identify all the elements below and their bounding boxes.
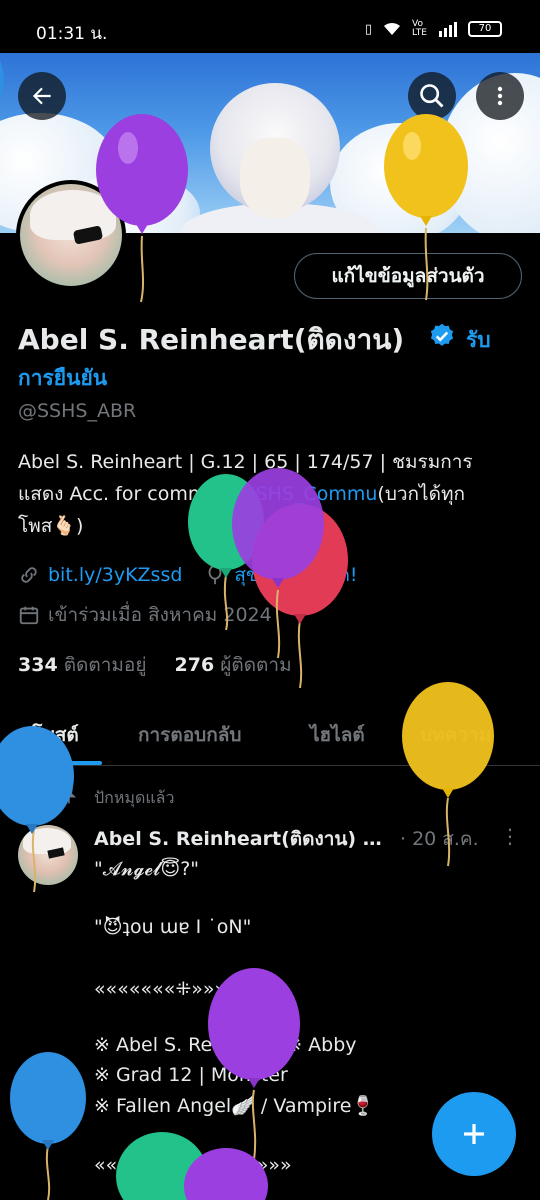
profile-meta-row: bit.ly/3yKZssd สุขสันต์วันเกิด! (18, 560, 358, 590)
verified-badge-icon[interactable] (428, 322, 456, 350)
pinned-label: ปักหมุดแล้ว (94, 788, 175, 807)
get-verified-link-cont[interactable]: การยืนยัน (18, 362, 107, 395)
following-label: ติดตามอยู่ (63, 654, 147, 676)
active-tab-indicator (18, 761, 102, 765)
plus-icon (464, 1124, 484, 1144)
profile-tabs: โพสต์ การตอบกลับ ไฮไลต์ บทความ (0, 706, 540, 766)
more-options-button[interactable] (476, 72, 524, 120)
post-text-line: ※ Fallen Angel🪽 / Vampire🍷 (94, 1095, 376, 1117)
post-text-line: ※ Grad 12 | Monster (94, 1064, 288, 1086)
tab-replies[interactable]: การตอบกลับ (138, 720, 241, 750)
bio-mention-link[interactable]: @SSHS_Commu (224, 483, 377, 505)
back-button[interactable] (18, 72, 66, 120)
post-date[interactable]: · 20 ส.ค. (400, 824, 479, 854)
wifi-icon (384, 22, 400, 35)
status-bar: 01:31 น. ▯ Vo LTE 70 (0, 0, 540, 56)
bio-line: แสดง Acc. for commu @SSHS_Commu(บวกได้ทุ… (18, 478, 518, 510)
profile-name: Abel S. Reinheart(ติดงาน) (18, 323, 405, 356)
pin-icon (61, 787, 77, 804)
post-author-ellipsis: … (362, 828, 382, 850)
post-text-line: "😈ʇou ɯɐ I ˙oN" (94, 916, 252, 938)
profile-bio: Abel S. Reinheart | G.12 | 65 | 174/57 |… (18, 446, 518, 542)
back-arrow-icon (32, 87, 51, 105)
avatar-eyepatch (47, 847, 65, 859)
post-text-line: "𝓐𝓷𝓰𝓮𝓵😇?" (94, 858, 200, 880)
tab-posts[interactable]: โพสต์ (32, 720, 79, 750)
bio-text: (บวกได้ทุก (377, 483, 465, 505)
battery-indicator: 70 (468, 21, 502, 37)
post-text-line: ««««««««««««»»»»» (94, 1154, 292, 1176)
compose-post-button[interactable] (432, 1092, 516, 1176)
post-author-name[interactable]: Abel S. Reinheart(ติดงาน) … (94, 824, 382, 854)
followers-stat[interactable]: 276 ผู้ติดตาม (175, 654, 292, 676)
website-link[interactable]: bit.ly/3yKZssd (48, 564, 182, 586)
tab-articles[interactable]: บทความ (420, 720, 491, 750)
banner-character-face (240, 138, 310, 218)
balloon-icon (10, 1052, 86, 1200)
profile-joined-row: เข้าร่วมเมื่อ สิงหาคม 2024 (18, 600, 272, 630)
edit-profile-button[interactable]: แก้ไขข้อมูลส่วนตัว (294, 253, 522, 299)
get-verified-link[interactable]: รับ (466, 324, 491, 357)
birthday-text[interactable]: สุขสันต์วันเกิด! (234, 560, 357, 590)
post-author-text: Abel S. Reinheart(ติดงาน) (94, 828, 357, 850)
status-time: 01:31 น. (36, 24, 108, 44)
bio-line: โพส🫰🏻) (18, 515, 84, 537)
following-count: 334 (18, 654, 58, 676)
follow-stats: 334 ติดตามอยู่ 276 ผู้ติดตาม (18, 650, 292, 680)
profile-avatar[interactable] (16, 180, 126, 290)
post-avatar[interactable] (18, 825, 78, 885)
search-button[interactable] (408, 72, 456, 120)
bio-line: Abel S. Reinheart | G.12 | 65 | 174/57 |… (18, 451, 473, 473)
post-text-line: «««««««⁜»»»»»»» (94, 978, 273, 1000)
tab-highlights[interactable]: ไฮไลต์ (310, 720, 365, 750)
calendar-icon (19, 606, 39, 625)
followers-count: 276 (174, 654, 215, 676)
search-icon (420, 84, 444, 108)
profile-handle: @SSHS_ABR (18, 400, 137, 422)
joined-date: เข้าร่วมเมื่อ สิงหาคม 2024 (48, 604, 272, 626)
vibrate-icon: ▯ (364, 21, 372, 37)
post-text-line: ※ Abel S. Reinheart ※ Abby (94, 1034, 357, 1056)
following-stat[interactable]: 334 ติดตามอยู่ (18, 654, 146, 676)
signal-icon (439, 22, 457, 37)
status-icons: ▯ Vo LTE 70 (365, 20, 502, 38)
followers-label: ผู้ติดตาม (220, 654, 292, 676)
balloon-icon (209, 564, 222, 585)
more-vertical-icon (497, 86, 503, 106)
bio-text: แสดง Acc. for commu (18, 483, 219, 505)
link-icon (21, 567, 37, 583)
post-more-icon[interactable]: ⋮ (500, 824, 520, 848)
network-label: Vo LTE (412, 19, 427, 38)
